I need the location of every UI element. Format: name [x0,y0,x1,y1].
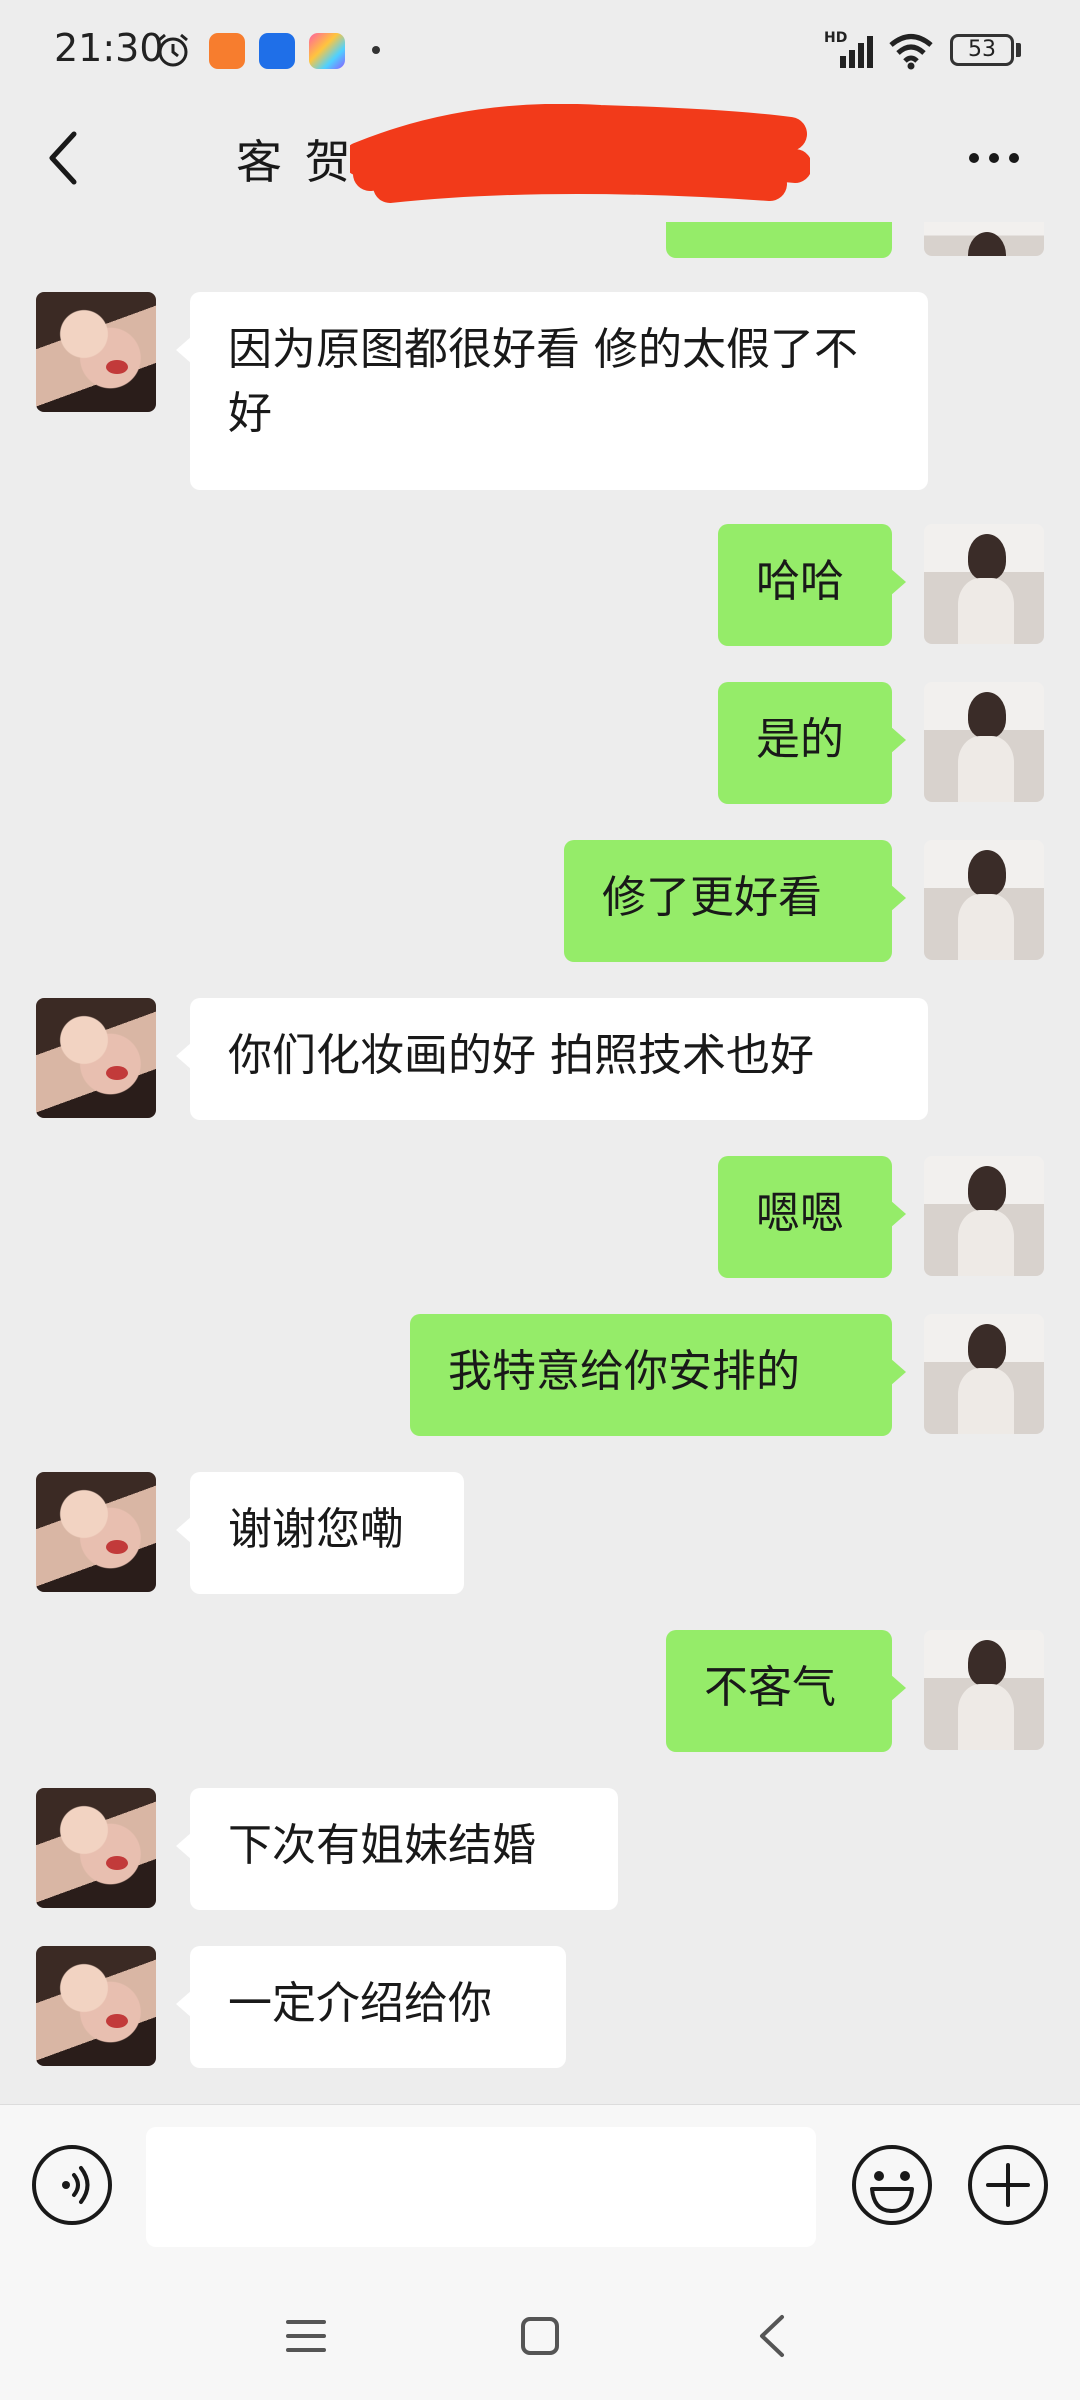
message-bubble[interactable]: 我特意给你安排的 [410,1314,906,1436]
message-bubble[interactable]: 下次有姐妹结婚 [176,1788,618,1910]
contact-avatar[interactable] [36,998,156,1118]
my-avatar[interactable] [924,524,1044,644]
battery-icon: 53 [950,34,1014,66]
emoji-icon[interactable] [850,2143,934,2227]
message-bubble[interactable]: 不客气 [666,1630,906,1752]
chat-header: 客 贺魏 17 [0,100,1080,226]
alarm-icon [158,33,188,67]
message-bubble[interactable]: 是的 [718,682,906,804]
wifi-icon [889,34,933,70]
my-avatar-fragment [924,222,1044,256]
contact-avatar[interactable] [36,1946,156,2066]
message-bubble[interactable]: 因为原图都很好看 修的太假了不好 [176,292,928,490]
voice-button[interactable] [32,2145,112,2225]
more-icon[interactable] [964,148,1024,168]
my-avatar[interactable] [924,1314,1044,1434]
back-icon[interactable] [44,128,84,188]
messaging-app-icon [259,33,295,69]
signal-icon [840,36,873,68]
system-nav-bar [0,2268,1080,2400]
contact-avatar[interactable] [36,292,156,412]
input-bar [0,2104,1080,2269]
my-avatar[interactable] [924,682,1044,802]
nav-home-icon[interactable] [520,2316,560,2356]
nav-back-icon[interactable] [756,2314,788,2358]
message-bubble[interactable]: 哈哈 [718,524,906,646]
message-bubble[interactable]: 修了更好看 [564,840,906,962]
redaction-scribble [350,104,810,203]
previous-bubble-fragment [666,222,892,258]
shopping-app-icon [209,33,245,69]
message-input[interactable] [146,2127,816,2247]
battery-cap [1016,43,1021,57]
contact-avatar[interactable] [36,1472,156,1592]
nav-menu-icon[interactable] [286,2318,326,2354]
my-avatar[interactable] [924,1156,1044,1276]
battery-level: 53 [968,37,996,62]
contact-avatar[interactable] [36,1788,156,1908]
status-time: 21:30 [54,26,164,70]
more-notifications-dot [372,46,380,54]
message-bubble[interactable]: 一定介绍给你 [176,1946,566,2068]
game-app-icon [309,33,345,69]
voice-icon [62,2166,90,2204]
status-bar: 21:30 HD 53 [0,0,1080,100]
add-icon[interactable] [966,2143,1050,2227]
message-bubble[interactable]: 嗯嗯 [718,1156,906,1278]
message-bubble[interactable]: 你们化妆画的好 拍照技术也好 [176,998,928,1120]
message-bubble[interactable]: 谢谢您嘞 [176,1472,464,1594]
my-avatar[interactable] [924,840,1044,960]
my-avatar[interactable] [924,1630,1044,1750]
